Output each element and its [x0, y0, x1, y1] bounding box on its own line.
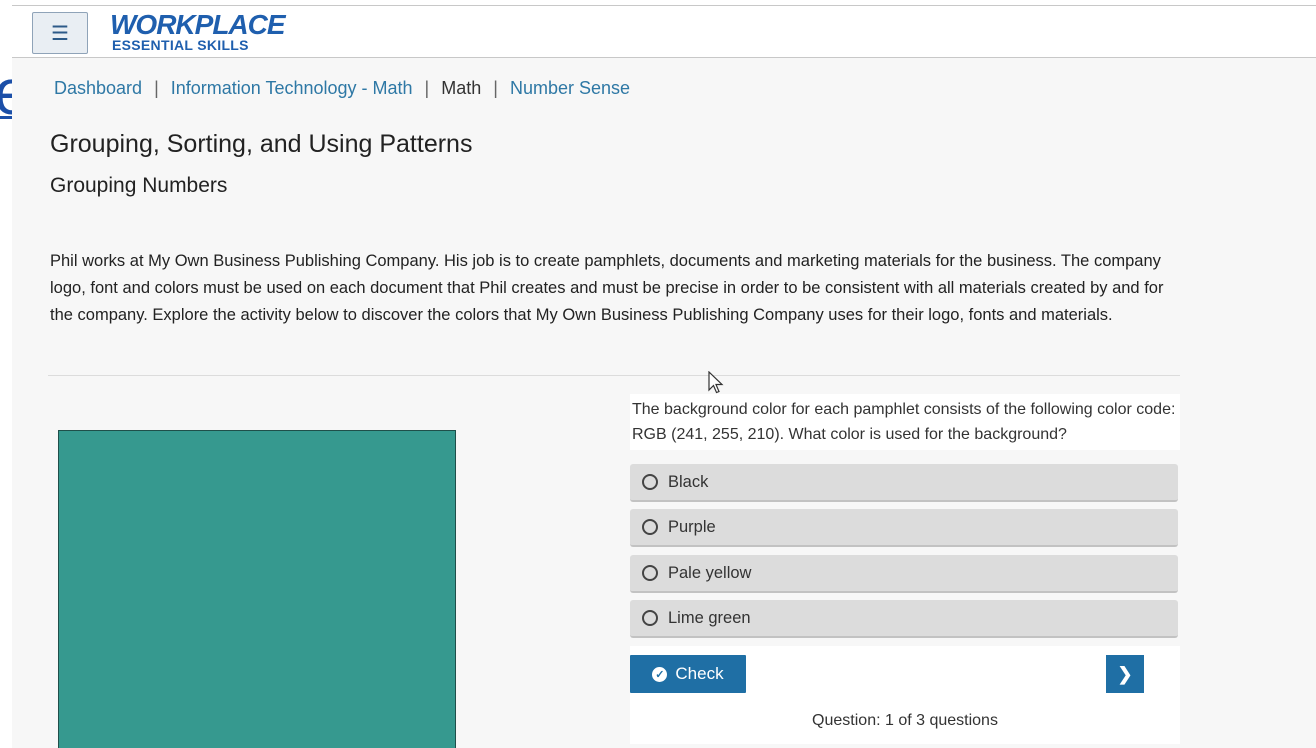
next-button[interactable]: ❯ — [1106, 655, 1144, 693]
radio-icon[interactable] — [642, 565, 658, 581]
breadcrumb-separator: | — [424, 78, 430, 98]
option-lime-green[interactable]: Lime green — [630, 600, 1178, 638]
breadcrumb-dashboard[interactable]: Dashboard — [54, 78, 142, 99]
check-button[interactable]: ✓ Check — [630, 655, 746, 693]
option-pale-yellow[interactable]: Pale yellow — [630, 555, 1178, 593]
breadcrumb-math: Math — [441, 78, 482, 98]
radio-icon[interactable] — [642, 474, 658, 490]
check-button-label: Check — [675, 664, 724, 683]
menu-button[interactable]: ☰ — [32, 12, 88, 54]
radio-icon[interactable] — [642, 519, 658, 535]
option-label: Black — [668, 472, 709, 491]
radio-icon[interactable] — [642, 610, 658, 626]
breadcrumb: Dashboard | Information Technology - Mat… — [54, 78, 630, 99]
breadcrumb-separator: | — [154, 78, 159, 98]
breadcrumb-separator: | — [493, 78, 498, 98]
breadcrumb-it-math[interactable]: Information Technology - Math — [171, 78, 413, 99]
breadcrumb-number-sense[interactable]: Number Sense — [510, 78, 630, 99]
logo-title: WORKPLACE — [110, 9, 286, 40]
option-label: Purple — [668, 517, 716, 536]
intro-paragraph: Phil works at My Own Business Publishing… — [50, 252, 1164, 324]
hamburger-icon: ☰ — [51, 22, 69, 45]
question-text: The background color for each pamphlet c… — [630, 394, 1180, 450]
page-title: Grouping, Sorting, and Using Patterns — [50, 130, 473, 158]
logo[interactable]: WORKPLACE ESSENTIAL SKILLS — [110, 9, 286, 54]
option-black[interactable]: Black — [630, 464, 1178, 502]
quiz-panel: The background color for each pamphlet c… — [630, 388, 1180, 748]
option-purple[interactable]: Purple — [630, 509, 1178, 547]
top-bar: ☰ WORKPLACE ESSENTIAL SKILLS — [12, 5, 1316, 58]
option-label: Pale yellow — [668, 563, 752, 582]
logo-subtitle: ESSENTIAL SKILLS — [112, 37, 249, 53]
option-label: Lime green — [668, 608, 751, 627]
check-circle-icon: ✓ — [652, 666, 668, 682]
question-progress: Question: 1 of 3 questions — [812, 712, 998, 729]
left-edge: e — [0, 0, 30, 748]
mouse-pointer-icon — [708, 371, 724, 394]
divider — [48, 375, 1180, 376]
main-content: Dashboard | Information Technology - Mat… — [12, 58, 1316, 748]
color-swatch — [58, 430, 456, 748]
page-subtitle: Grouping Numbers — [50, 174, 228, 197]
chevron-right-icon: ❯ — [1117, 663, 1133, 684]
